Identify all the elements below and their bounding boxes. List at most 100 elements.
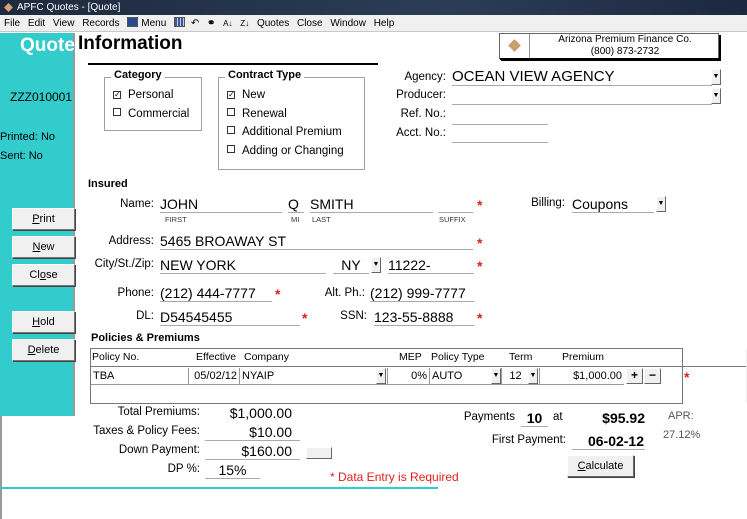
billing-select[interactable]: Coupons bbox=[572, 196, 654, 213]
company-dropdown-arrow-icon[interactable]: ▼ bbox=[376, 368, 386, 384]
total-premiums-value: $1,000.00 bbox=[229, 405, 292, 421]
contract-additional-premium-checkbox[interactable]: Additional Premium bbox=[227, 126, 342, 138]
col-term: Term bbox=[509, 351, 533, 363]
dp-percent-field[interactable]: 15% bbox=[205, 462, 260, 479]
app-icon bbox=[4, 2, 13, 12]
menu-view[interactable]: View bbox=[53, 18, 75, 29]
company-cell[interactable]: NYAIP bbox=[240, 368, 388, 385]
undo-icon[interactable]: ↶ bbox=[191, 18, 199, 29]
spreadsheet-icon[interactable] bbox=[174, 17, 186, 27]
mi-sublabel: MI bbox=[291, 215, 300, 224]
producer-select[interactable] bbox=[452, 88, 712, 105]
add-policy-button[interactable]: + bbox=[626, 368, 643, 384]
middle-initial-field[interactable]: Q bbox=[288, 196, 304, 213]
menu-help[interactable]: Help bbox=[374, 18, 395, 29]
hold-button[interactable]: Hold bbox=[12, 311, 75, 333]
checkbox-icon[interactable] bbox=[113, 108, 121, 116]
close-button[interactable]: Close bbox=[12, 264, 75, 286]
payment-amount: $95.92 bbox=[602, 410, 645, 426]
contract-renewal-checkbox[interactable]: Renewal bbox=[227, 108, 287, 120]
address-required-mark: * bbox=[477, 235, 483, 251]
alt-phone-field[interactable]: (212) 999-7777 bbox=[370, 285, 474, 302]
binoculars-icon[interactable]: ⚭ bbox=[207, 18, 215, 29]
required-note: * Data Entry is Required bbox=[330, 470, 459, 484]
checkbox-icon[interactable]: ✓ bbox=[113, 91, 121, 99]
category-commercial-label: Commercial bbox=[128, 108, 190, 120]
policy-type-dropdown-arrow-icon[interactable]: ▼ bbox=[491, 368, 501, 384]
apr-label: APR: bbox=[668, 410, 694, 422]
agency-select[interactable]: OCEAN VIEW AGENCY bbox=[452, 69, 712, 86]
col-mep: MEP bbox=[399, 351, 422, 363]
dl-required-mark: * bbox=[302, 310, 308, 326]
payments-label: Payments bbox=[463, 411, 515, 423]
category-personal-checkbox[interactable]: ✓ Personal bbox=[113, 89, 173, 101]
ssn-label: SSN: bbox=[340, 310, 367, 322]
remove-policy-button[interactable]: − bbox=[644, 368, 661, 384]
sort-descending-icon[interactable]: Z↓ bbox=[240, 19, 249, 28]
state-select[interactable]: NY bbox=[333, 257, 369, 274]
effective-cell[interactable]: 05/02/12 bbox=[189, 368, 240, 385]
city-state-zip-label: City/St./Zip: bbox=[94, 258, 154, 270]
acct-no-label: Acct. No.: bbox=[396, 127, 446, 139]
billing-dropdown-arrow-icon[interactable]: ▼ bbox=[656, 196, 666, 212]
checkbox-icon[interactable] bbox=[227, 145, 235, 153]
sort-ascending-icon[interactable]: A↓ bbox=[223, 19, 232, 28]
agency-label: Agency: bbox=[404, 71, 446, 83]
producer-dropdown-arrow-icon[interactable]: ▼ bbox=[711, 88, 721, 104]
suffix-field[interactable] bbox=[438, 196, 473, 213]
company-info-box: Arizona Premium Finance Co. (800) 873-27… bbox=[499, 33, 719, 59]
zip-field[interactable]: 11222- bbox=[388, 257, 474, 274]
first-payment-field[interactable]: 06-02-12 bbox=[572, 433, 645, 450]
premium-cell[interactable]: $1,000.00 bbox=[540, 368, 624, 385]
checkbox-icon[interactable] bbox=[227, 126, 235, 134]
menu-bar: File Edit View Records Menu ↶ ⚭ A↓ Z↓ Qu… bbox=[0, 15, 747, 32]
menu-window[interactable]: Window bbox=[330, 18, 366, 29]
new-button[interactable]: New bbox=[12, 236, 75, 258]
ssn-field[interactable]: 123-55-8888 bbox=[374, 309, 474, 326]
first-name-field[interactable]: JOHN bbox=[160, 196, 282, 213]
down-payment-field[interactable]: $160.00 bbox=[205, 443, 300, 460]
payments-count-field[interactable]: 10 bbox=[521, 410, 548, 427]
name-required-mark: * bbox=[477, 197, 483, 213]
acct-no-field[interactable] bbox=[452, 126, 548, 143]
information-heading: Information bbox=[78, 33, 183, 54]
sidebar-border bbox=[0, 416, 2, 519]
print-button[interactable]: Print bbox=[12, 208, 75, 230]
down-payment-button[interactable] bbox=[306, 447, 332, 459]
delete-button[interactable]: Delete bbox=[12, 339, 75, 361]
taxes-fees-field[interactable]: $10.00 bbox=[205, 424, 300, 441]
contract-new-checkbox[interactable]: ✓ New bbox=[227, 89, 265, 101]
zip-required-mark: * bbox=[477, 258, 483, 274]
ssn-required-mark: * bbox=[477, 310, 483, 326]
phone-field[interactable]: (212) 444-7777 bbox=[160, 285, 272, 302]
term-dropdown-arrow-icon[interactable]: ▼ bbox=[528, 368, 538, 384]
last-name-field[interactable]: SMITH bbox=[310, 196, 433, 213]
dl-field[interactable]: D54545455 bbox=[160, 309, 300, 326]
billing-label: Billing: bbox=[531, 197, 565, 209]
menu-close[interactable]: Close bbox=[297, 18, 323, 29]
agency-dropdown-arrow-icon[interactable]: ▼ bbox=[711, 69, 721, 85]
city-field[interactable]: NEW YORK bbox=[160, 257, 326, 274]
category-commercial-checkbox[interactable]: Commercial bbox=[113, 108, 189, 120]
menu-records[interactable]: Records bbox=[82, 18, 119, 29]
checkbox-icon[interactable]: ✓ bbox=[227, 91, 235, 99]
menu-edit[interactable]: Edit bbox=[28, 18, 45, 29]
total-premiums-label: Total Premiums: bbox=[117, 406, 200, 418]
menu-file[interactable]: File bbox=[4, 18, 20, 29]
policies-table: Policy No. Effective Company MEP Policy … bbox=[90, 348, 747, 404]
insured-title: Insured bbox=[88, 178, 128, 190]
ref-no-field[interactable] bbox=[452, 108, 548, 125]
checkbox-icon[interactable] bbox=[227, 108, 235, 116]
policy-no-cell[interactable]: TBA bbox=[91, 368, 189, 385]
menu-quotes[interactable]: Quotes bbox=[257, 18, 289, 29]
taxes-fees-label: Taxes & Policy Fees: bbox=[93, 425, 200, 437]
contract-new-label: New bbox=[242, 89, 266, 101]
contract-adding-changing-checkbox[interactable]: Adding or Changing bbox=[227, 145, 344, 157]
calculate-button[interactable]: Calculate bbox=[567, 455, 634, 477]
state-dropdown-arrow-icon[interactable]: ▼ bbox=[371, 257, 381, 273]
menu-menu[interactable]: Menu bbox=[141, 18, 166, 29]
address-field[interactable]: 5465 BROAWAY ST bbox=[160, 233, 473, 250]
sent-status: Sent: No bbox=[0, 150, 43, 162]
mep-cell[interactable]: 0% bbox=[388, 368, 430, 385]
menu-icon[interactable] bbox=[127, 17, 139, 27]
